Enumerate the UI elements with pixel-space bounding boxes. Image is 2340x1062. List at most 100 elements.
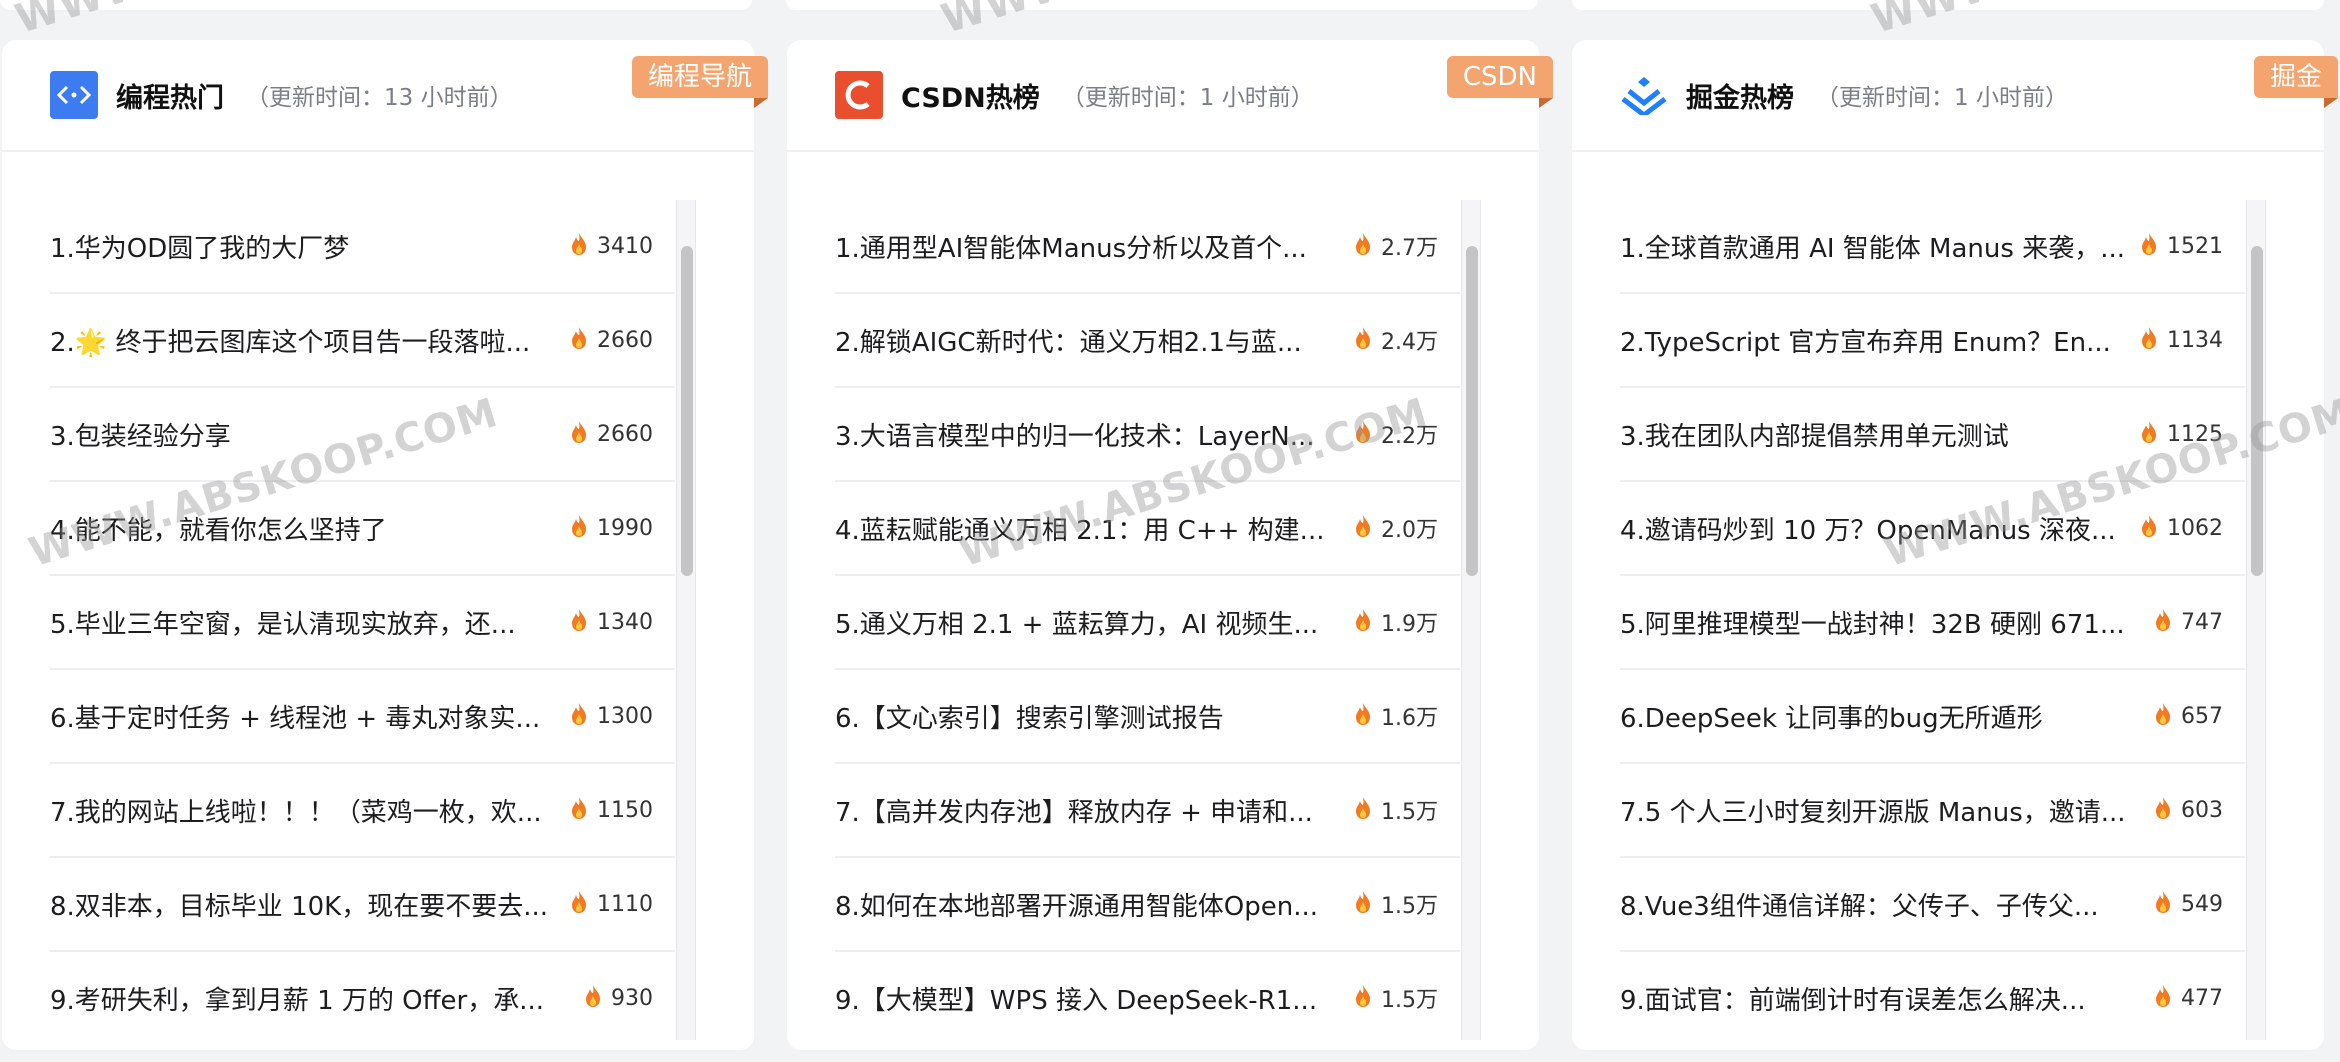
list-item-title[interactable]: 4.邀请码炒到 10 万？OpenManus 深夜...	[1620, 510, 2116, 547]
hot-count-value: 1300	[597, 703, 653, 729]
list-item[interactable]: 1.通用型AI智能体Manus分析以及首个... 2.7万	[835, 200, 1460, 294]
list-item-title[interactable]: 1.全球首款通用 AI 智能体 Manus 来袭，...	[1620, 228, 2125, 265]
source-tag[interactable]: 掘金	[2253, 56, 2339, 108]
list-item-title[interactable]: 4.蓝耘赋能通义万相 2.1：用 C++ 构建...	[835, 510, 1324, 547]
hot-count-value: 1134	[2167, 327, 2223, 353]
hot-count: 2.0万	[1347, 512, 1438, 544]
hot-list: 1.通用型AI智能体Manus分析以及首个... 2.7万 2.解锁AIGC新时代：…	[835, 200, 1485, 1040]
juejin-hot-card: 掘金热榜 （更新时间：1 小时前） 掘金 1.全球首款通用 AI 智能体 Man…	[1572, 40, 2339, 1050]
list-item[interactable]: 6.基于定时任务 + 线程池 + 毒丸对象实... 1300	[50, 670, 675, 764]
list-item[interactable]: 8.Vue3组件通信详解：父传子、子传父... 549	[1620, 858, 2245, 952]
hot-count-value: 549	[2181, 891, 2223, 917]
hot-count: 2.4万	[1347, 324, 1438, 356]
hot-count: 2.2万	[1347, 418, 1438, 450]
update-time: （更新时间：1 小时前）	[1816, 85, 2068, 111]
fire-icon	[1353, 514, 1381, 542]
list-item-title[interactable]: 9.考研失利，拿到月薪 1 万的 Offer，承...	[50, 980, 544, 1017]
list-item-title[interactable]: 1.通用型AI智能体Manus分析以及首个...	[835, 228, 1307, 265]
hot-count: 549	[2147, 890, 2223, 918]
card-title: CSDN热榜	[901, 82, 1040, 114]
list-item[interactable]: 6.【文心索引】搜索引擎测试报告 1.6万	[835, 670, 1460, 764]
list-item[interactable]: 2.TypeScript 官方宣布弃用 Enum？En... 1134	[1620, 294, 2245, 388]
list-item-title[interactable]: 2.解锁AIGC新时代：通义万相2.1与蓝...	[835, 322, 1302, 359]
hot-count-value: 2.2万	[1381, 424, 1438, 449]
list-item[interactable]: 5.阿里推理模型一战封神！32B 硬刚 671... 747	[1620, 576, 2245, 670]
list-item-title[interactable]: 8.双非本，目标毕业 10K，现在要不要去...	[50, 886, 548, 923]
scrollbar[interactable]	[676, 200, 696, 1040]
hot-count-value: 1990	[597, 515, 653, 541]
hot-count-value: 1110	[597, 891, 653, 917]
list-item-title[interactable]: 4.能不能，就看你怎么坚持了	[50, 510, 387, 547]
list-item-title[interactable]: 7.5 个人三小时复刻开源版 Manus，邀请...	[1620, 792, 2126, 829]
list-item[interactable]: 4.邀请码炒到 10 万？OpenManus 深夜... 1062	[1620, 482, 2245, 576]
list-item-title[interactable]: 9.【大模型】WPS 接入 DeepSeek-R1...	[835, 980, 1317, 1017]
list-item-title[interactable]: 2.TypeScript 官方宣布弃用 Enum？En...	[1620, 322, 2111, 359]
hot-count: 1300	[563, 702, 653, 730]
list-item[interactable]: 1.华为OD圆了我的大厂梦 3410	[50, 200, 675, 294]
hot-count: 1.5万	[1347, 982, 1438, 1014]
scrollbar[interactable]	[2246, 200, 2266, 1040]
list-item-title[interactable]: 8.Vue3组件通信详解：父传子、子传父...	[1620, 886, 2099, 923]
list-item[interactable]: 3.包装经验分享 2660	[50, 388, 675, 482]
list-item-title[interactable]: 3.我在团队内部提倡禁用单元测试	[1620, 416, 2009, 453]
list-item[interactable]: 9.【大模型】WPS 接入 DeepSeek-R1... 1.5万	[835, 952, 1460, 1040]
hot-count: 1.5万	[1347, 888, 1438, 920]
list-item[interactable]: 5.通义万相 2.1 + 蓝耘算力，AI 视频生... 1.9万	[835, 576, 1460, 670]
list-item[interactable]: 9.考研失利，拿到月薪 1 万的 Offer，承... 930	[50, 952, 675, 1040]
list-item[interactable]: 8.双非本，目标毕业 10K，现在要不要去... 1110	[50, 858, 675, 952]
list-item[interactable]: 3.我在团队内部提倡禁用单元测试 1125	[1620, 388, 2245, 482]
source-tag[interactable]: 编程导航	[631, 56, 769, 108]
fire-icon	[569, 796, 597, 824]
list-item-title[interactable]: 5.阿里推理模型一战封神！32B 硬刚 671...	[1620, 604, 2125, 641]
fire-icon	[2139, 514, 2167, 542]
list-item[interactable]: 7.5 个人三小时复刻开源版 Manus，邀请... 603	[1620, 764, 2245, 858]
list-item-title[interactable]: 6.基于定时任务 + 线程池 + 毒丸对象实...	[50, 698, 540, 735]
list-item[interactable]: 4.蓝耘赋能通义万相 2.1：用 C++ 构建... 2.0万	[835, 482, 1460, 576]
list-item[interactable]: 7.【高并发内存池】释放内存 + 申请和... 1.5万	[835, 764, 1460, 858]
list-item-title[interactable]: 3.包装经验分享	[50, 416, 231, 453]
scrollbar-thumb[interactable]	[681, 246, 693, 576]
list-item-title[interactable]: 7.【高并发内存池】释放内存 + 申请和...	[835, 792, 1313, 829]
source-tag[interactable]: CSDN	[1446, 56, 1554, 108]
list-item-title[interactable]: 5.通义万相 2.1 + 蓝耘算力，AI 视频生...	[835, 604, 1318, 641]
list-item[interactable]: 2.🌟 终于把云图库这个项目告一段落啦... 2660	[50, 294, 675, 388]
hot-count: 603	[2147, 796, 2223, 824]
list-item[interactable]: 3.大语言模型中的归一化技术：LayerN... 2.2万	[835, 388, 1460, 482]
list-item[interactable]: 1.全球首款通用 AI 智能体 Manus 来袭，... 1521	[1620, 200, 2245, 294]
list-item-title[interactable]: 2.🌟 终于把云图库这个项目告一段落啦...	[50, 322, 530, 359]
list-item[interactable]: 2.解锁AIGC新时代：通义万相2.1与蓝... 2.4万	[835, 294, 1460, 388]
hot-count-value: 2.7万	[1381, 236, 1438, 261]
fire-icon	[583, 984, 611, 1012]
hot-count-value: 1125	[2167, 421, 2223, 447]
list-item-title[interactable]: 9.面试官：前端倒计时有误差怎么解决...	[1620, 980, 2086, 1017]
hot-count: 1110	[563, 890, 653, 918]
hot-count: 1990	[563, 514, 653, 542]
list-item-title[interactable]: 8.如何在本地部署开源通用智能体Open...	[835, 886, 1318, 923]
hot-count: 747	[2147, 608, 2223, 636]
hot-count: 1062	[2133, 514, 2223, 542]
fire-icon	[2153, 702, 2181, 730]
list-item-title[interactable]: 6.【文心索引】搜索引擎测试报告	[835, 698, 1224, 735]
hot-count-value: 1.5万	[1381, 800, 1438, 825]
list-item[interactable]: 6.DeepSeek 让同事的bug无所遁形 657	[1620, 670, 2245, 764]
fire-icon	[1353, 796, 1381, 824]
list-item-title[interactable]: 3.大语言模型中的归一化技术：LayerN...	[835, 416, 1315, 453]
list-item-title[interactable]: 7.我的网站上线啦！！！（菜鸡一枚，欢...	[50, 792, 542, 829]
fire-icon	[569, 420, 597, 448]
list-item[interactable]: 5.毕业三年空窗，是认清现实放弃，还... 1340	[50, 576, 675, 670]
hot-count-value: 1.9万	[1381, 612, 1438, 637]
scrollbar-thumb[interactable]	[2251, 246, 2263, 576]
fire-icon	[1353, 890, 1381, 918]
list-item[interactable]: 8.如何在本地部署开源通用智能体Open... 1.5万	[835, 858, 1460, 952]
list-item[interactable]: 4.能不能，就看你怎么坚持了 1990	[50, 482, 675, 576]
scrollbar[interactable]	[1461, 200, 1481, 1040]
csdn-hot-card: CSDN热榜 （更新时间：1 小时前） CSDN 1.通用型AI智能体Manus…	[787, 40, 1554, 1050]
fire-icon	[2139, 232, 2167, 260]
list-item[interactable]: 9.面试官：前端倒计时有误差怎么解决... 477	[1620, 952, 2245, 1040]
list-item-title[interactable]: 5.毕业三年空窗，是认清现实放弃，还...	[50, 604, 516, 641]
scrollbar-thumb[interactable]	[1466, 246, 1478, 576]
list-item-title[interactable]: 6.DeepSeek 让同事的bug无所遁形	[1620, 698, 2043, 735]
list-item-title[interactable]: 1.华为OD圆了我的大厂梦	[50, 228, 349, 265]
hot-count-value: 657	[2181, 703, 2223, 729]
list-item[interactable]: 7.我的网站上线啦！！！（菜鸡一枚，欢... 1150	[50, 764, 675, 858]
